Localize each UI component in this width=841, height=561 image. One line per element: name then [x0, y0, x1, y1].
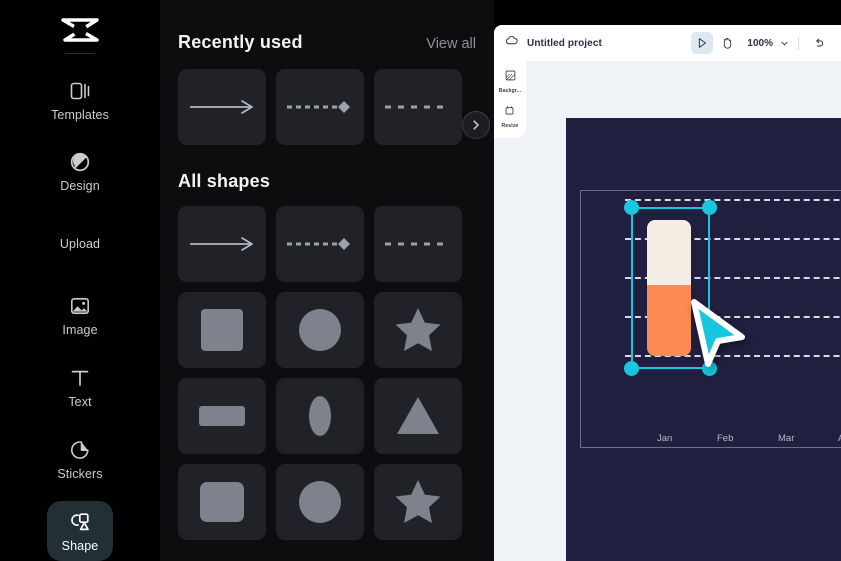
x-tick-label: Mar: [778, 433, 795, 444]
shape-cell-rounded-rectangle[interactable]: [178, 464, 266, 540]
design-canvas[interactable]: Jan Feb Mar A: [566, 118, 841, 561]
shape-cell-solid-arrow-line[interactable]: [178, 206, 266, 282]
shape-cell-ellipse[interactable]: [276, 378, 364, 454]
selection-handle-top-right[interactable]: [702, 200, 717, 215]
sidebar-item-label: Text: [68, 394, 92, 409]
shape-cell-circle[interactable]: [276, 464, 364, 540]
all-shapes-header: All shapes: [178, 145, 476, 192]
undo-button[interactable]: [808, 32, 830, 54]
shape-cell-solid-arrow-line[interactable]: [178, 69, 266, 145]
chart-x-axis: Jan Feb Mar A: [625, 433, 841, 451]
cursor-arrow-icon: [699, 38, 707, 48]
side-tool-label: Resize: [501, 123, 519, 129]
resize-icon: [504, 103, 515, 121]
zoom-level-value[interactable]: 100%: [747, 38, 773, 49]
shape-cell-dashed-arrow-diamond-line[interactable]: [276, 69, 364, 145]
sidebar-item-label: Shape: [61, 538, 99, 553]
toolbar-divider: [798, 36, 799, 50]
sidebar-item-image[interactable]: Image: [47, 286, 113, 346]
chevron-right-icon: [473, 120, 479, 130]
templates-icon: [68, 79, 92, 103]
recently-used-header: Recently used View all: [178, 0, 476, 53]
all-shapes-title: All shapes: [178, 171, 271, 191]
sidebar-item-shape[interactable]: Shape: [47, 501, 113, 561]
shape-cell-circle[interactable]: [276, 292, 364, 368]
selection-box[interactable]: [631, 207, 710, 369]
all-shapes-grid: [178, 206, 476, 540]
x-tick-label: Jan: [657, 433, 673, 444]
sidebar-item-label: Upload: [59, 236, 101, 251]
sidebar-item-label: Image: [62, 323, 98, 338]
app-root: Templates Design Upload Image Text Stick…: [0, 0, 841, 561]
shape-cell-square[interactable]: [178, 292, 266, 368]
chevron-down-icon[interactable]: [780, 39, 789, 48]
shape-cell-triangle[interactable]: [374, 378, 462, 454]
sidebar-item-label: Design: [60, 179, 100, 194]
project-title[interactable]: Untitled project: [527, 38, 602, 49]
nav-divider: [65, 53, 95, 55]
design-brush-icon: [68, 150, 92, 174]
shape-cell-star[interactable]: [374, 292, 462, 368]
sidebar-item-upload[interactable]: Upload: [47, 214, 113, 274]
side-tool-label: Backgr...: [498, 88, 522, 94]
canvas-side-toolbar: Backgr... Resize: [494, 61, 526, 138]
shape-panel: Recently used View all All shapes: [160, 0, 494, 561]
shape-cell-dashed-arrow-diamond-line[interactable]: [276, 206, 364, 282]
shape-icon: [68, 510, 92, 534]
shape-cell-rectangle[interactable]: [178, 378, 266, 454]
recently-used-title: Recently used: [178, 32, 303, 52]
hand-tool-button[interactable]: [716, 32, 738, 54]
editor-topbar: Untitled project 100%: [494, 25, 841, 61]
sidebar-item-text[interactable]: Text: [47, 357, 113, 417]
recently-used-grid: [178, 69, 476, 145]
sidebar-item-stickers[interactable]: Stickers: [47, 429, 113, 489]
sticker-icon: [68, 438, 92, 462]
cloud-save-icon[interactable]: [505, 34, 518, 52]
sidebar-item-label: Stickers: [57, 466, 103, 481]
view-all-link[interactable]: View all: [426, 36, 476, 52]
left-nav-rail: Templates Design Upload Image Text Stick…: [0, 0, 160, 561]
sidebar-item-label: Templates: [51, 107, 109, 122]
selection-handle-bottom-left[interactable]: [624, 361, 639, 376]
selection-handle-bottom-right[interactable]: [702, 361, 717, 376]
resize-tool-button[interactable]: Resize: [501, 103, 518, 129]
sidebar-item-design[interactable]: Design: [47, 142, 113, 202]
editor-window: Untitled project 100% Backgr... Resize J…: [494, 25, 841, 561]
background-icon: [505, 68, 516, 86]
undo-arrow-icon: [816, 38, 824, 47]
background-tool-button[interactable]: Backgr...: [499, 68, 522, 94]
carousel-next-button[interactable]: [462, 111, 490, 139]
pointer-tool-button[interactable]: [691, 32, 714, 54]
chart-group[interactable]: Jan Feb Mar A: [580, 190, 841, 448]
selection-handle-top-left[interactable]: [624, 200, 639, 215]
editor-tool-group: 100%: [691, 32, 830, 54]
shape-cell-dashed-line[interactable]: [374, 206, 462, 282]
recently-used-carousel: [178, 69, 490, 145]
shape-cell-star[interactable]: [374, 464, 462, 540]
chart-gridline: [625, 199, 841, 201]
shape-cell-dashed-line[interactable]: [374, 69, 462, 145]
editor-body: Backgr... Resize Jan Feb Mar: [494, 61, 841, 561]
x-tick-label: Feb: [717, 433, 734, 444]
image-icon: [68, 294, 92, 318]
hand-icon: [724, 37, 732, 49]
text-icon: [68, 366, 92, 390]
sidebar-item-templates[interactable]: Templates: [47, 70, 113, 130]
capcut-logo-icon[interactable]: [57, 16, 103, 43]
